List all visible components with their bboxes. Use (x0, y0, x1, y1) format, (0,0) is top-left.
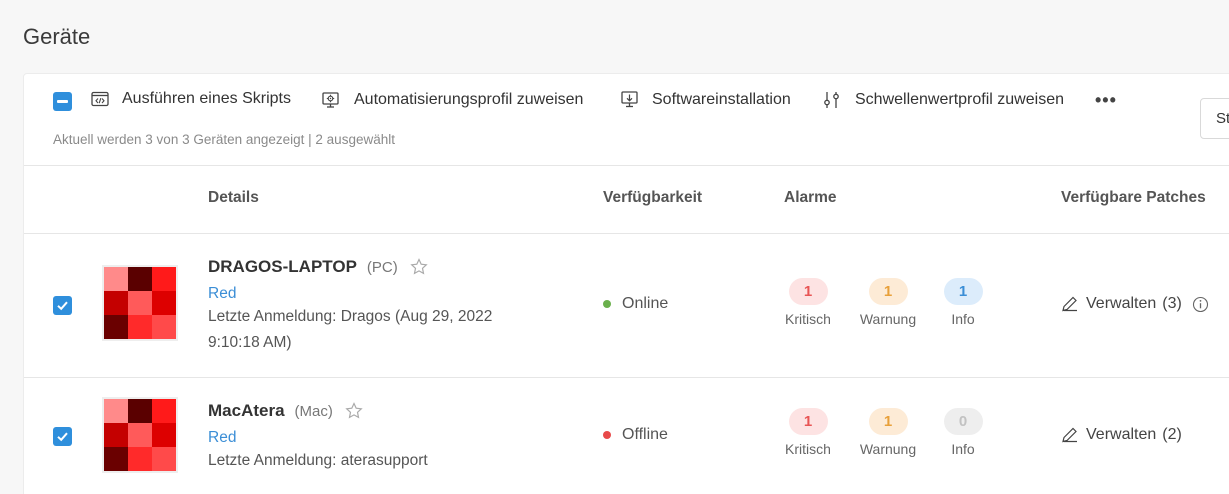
alarm-info-label: Info (951, 441, 975, 457)
status-text: Offline (622, 426, 668, 443)
device-group-link[interactable]: Red (208, 285, 236, 303)
row-checkbox[interactable] (53, 296, 72, 315)
edit-icon (1062, 427, 1077, 443)
avatar-cell (104, 423, 128, 447)
alarm-critical[interactable]: 1 Kritisch (778, 278, 838, 327)
assign-automation-profile-button[interactable]: Automatisierungsprofil zuweisen (321, 90, 583, 109)
status-text: Online (622, 295, 669, 312)
run-script-label: Ausführen eines Skripts (122, 90, 291, 107)
star-icon[interactable] (410, 258, 428, 276)
row-divider (24, 377, 1229, 378)
device-name[interactable]: MacAtera (Mac) (208, 401, 363, 421)
column-header-availability[interactable]: Verfügbarkeit (603, 189, 702, 207)
checkmark-icon (57, 432, 68, 442)
avatar-cell (104, 291, 128, 315)
select-all-checkbox[interactable] (53, 92, 72, 111)
assign-threshold-profile-button[interactable]: Schwellenwertprofil zuweisen (822, 90, 1064, 110)
alarm-critical[interactable]: 1 Kritisch (778, 408, 838, 457)
alarm-info-count: 0 (943, 408, 983, 435)
alarm-warning-label: Warnung (859, 311, 917, 327)
alarm-info[interactable]: 0 Info (933, 408, 993, 457)
device-avatar (102, 265, 178, 341)
edit-icon (1062, 296, 1077, 312)
alarm-warning-count: 1 (868, 278, 908, 305)
avatar-cell (128, 399, 152, 423)
manage-patches-button[interactable]: Verwalten (2) (1061, 426, 1182, 444)
avatar-cell (128, 291, 152, 315)
software-installation-button[interactable]: Softwareinstallation (620, 90, 791, 109)
checkmark-icon (57, 301, 68, 311)
manage-patches-button[interactable]: Verwalten (3) (1061, 295, 1216, 313)
device-type: (Mac) (294, 402, 333, 420)
avatar-cell (152, 447, 176, 471)
column-header-patches[interactable]: Verfügbare Patches (1061, 189, 1206, 207)
device-name-text: DRAGOS-LAPTOP (208, 257, 357, 276)
row-checkbox[interactable] (53, 427, 72, 446)
sort-dropdown[interactable]: St (1200, 98, 1229, 139)
alarm-info-label: Info (951, 311, 975, 327)
alarm-critical-label: Kritisch (785, 441, 831, 457)
avatar-cell (104, 447, 128, 471)
alarm-critical-label: Kritisch (785, 311, 831, 327)
status-dot (603, 431, 611, 439)
avatar-cell (152, 423, 176, 447)
install-icon (621, 91, 638, 108)
last-login: Letzte Anmeldung: aterasupport (208, 452, 428, 469)
device-group-link[interactable]: Red (208, 429, 236, 447)
device-type: (PC) (366, 258, 398, 276)
avatar-cell (152, 267, 176, 291)
run-script-button[interactable]: Ausführen eines Skripts (91, 90, 291, 108)
info-icon[interactable] (1192, 296, 1209, 313)
script-icon (91, 91, 109, 107)
avatar-cell (128, 447, 152, 471)
software-installation-label: Softwareinstallation (652, 90, 791, 108)
avatar-cell (104, 399, 128, 423)
device-name-text: MacAtera (208, 401, 285, 420)
alarm-warning-label: Warnung (859, 441, 917, 457)
devices-panel: Ausführen eines Skripts Automatisierungs… (23, 73, 1229, 494)
device-avatar (102, 397, 178, 473)
more-actions-icon[interactable]: ••• (1095, 90, 1117, 111)
manage-label: Verwalten (1086, 426, 1157, 443)
availability-status: Offline (603, 426, 668, 444)
avatar-cell (128, 423, 152, 447)
patch-count: (2) (1162, 426, 1182, 443)
last-login: Letzte Anmeldung: Dragos (Aug 29, 2022 9… (208, 308, 493, 351)
star-icon[interactable] (345, 402, 363, 420)
avatar-cell (128, 315, 152, 339)
toolbar-divider (24, 165, 1229, 166)
avatar-cell (128, 267, 152, 291)
column-header-details[interactable]: Details (208, 189, 259, 207)
alarm-warning-count: 1 (868, 408, 908, 435)
status-dot (603, 300, 611, 308)
avatar-cell (152, 315, 176, 339)
alarm-info-count: 1 (943, 278, 983, 305)
alarm-info[interactable]: 1 Info (933, 278, 993, 327)
device-count-summary: Aktuell werden 3 von 3 Geräten angezeigt… (53, 132, 395, 147)
avatar-cell (104, 267, 128, 291)
patch-count: (3) (1162, 295, 1182, 312)
automation-profile-label: Automatisierungsprofil zuweisen (354, 90, 584, 108)
availability-status: Online (603, 295, 668, 313)
threshold-profile-label: Schwellenwertprofil zuweisen (855, 91, 1064, 108)
alarm-warning[interactable]: 1 Warnung (858, 278, 918, 327)
page-title: Geräte (23, 24, 91, 49)
sliders-icon (824, 92, 839, 108)
avatar-cell (104, 315, 128, 339)
column-header-alarms[interactable]: Alarme (784, 189, 837, 207)
avatar-cell (152, 291, 176, 315)
device-name[interactable]: DRAGOS-LAPTOP (PC) (208, 257, 428, 277)
header-divider (24, 233, 1229, 234)
manage-label: Verwalten (1086, 295, 1157, 312)
alarm-warning[interactable]: 1 Warnung (858, 408, 918, 457)
alarm-critical-count: 1 (788, 408, 828, 435)
automation-profile-icon (322, 92, 339, 108)
avatar-cell (152, 399, 176, 423)
alarm-critical-count: 1 (788, 278, 828, 305)
